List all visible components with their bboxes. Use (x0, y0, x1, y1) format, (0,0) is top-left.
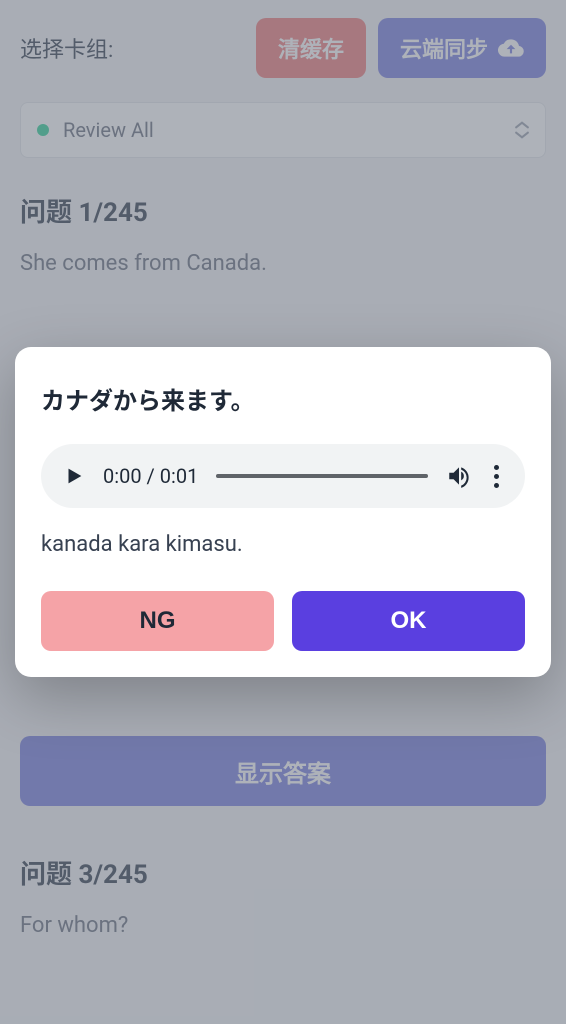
volume-icon[interactable] (446, 463, 472, 489)
ng-button[interactable]: NG (41, 591, 274, 651)
modal-overlay[interactable]: カナダから来ます。 0:00 / 0:01 kanada kara kimasu… (0, 0, 566, 1024)
audio-more-button[interactable] (490, 465, 503, 488)
audio-player: 0:00 / 0:01 (41, 444, 525, 508)
ok-button[interactable]: OK (292, 591, 525, 651)
romaji-text: kanada kara kimasu. (41, 532, 525, 557)
audio-time: 0:00 / 0:01 (103, 464, 198, 488)
ok-label: OK (391, 607, 427, 634)
audio-progress[interactable] (216, 474, 428, 478)
modal-actions: NG OK (41, 591, 525, 651)
answer-title: カナダから来ます。 (41, 381, 525, 416)
play-button[interactable] (63, 465, 85, 487)
ng-label: NG (140, 607, 176, 634)
answer-modal: カナダから来ます。 0:00 / 0:01 kanada kara kimasu… (15, 347, 551, 677)
